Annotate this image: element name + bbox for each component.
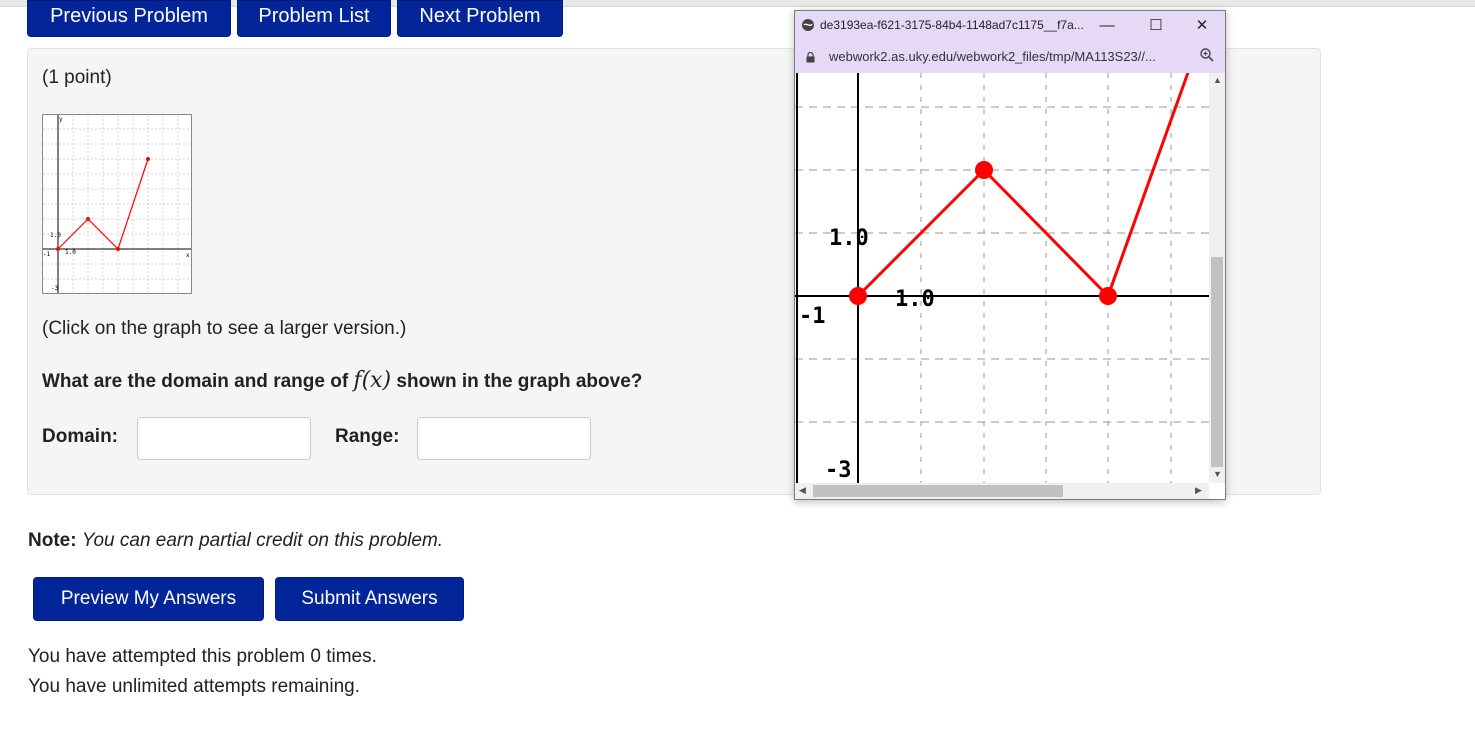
large-tick-x: 1.0: [895, 287, 935, 312]
large-tick-y: 1.0: [829, 226, 869, 251]
next-problem-button[interactable]: Next Problem: [397, 0, 563, 37]
globe-icon: [802, 19, 814, 31]
scroll-up-arrow-icon[interactable]: ▲: [1213, 75, 1222, 85]
minimize-button[interactable]: —: [1092, 15, 1122, 37]
thumb-x-axis-label: x: [186, 252, 190, 259]
problem-list-button[interactable]: Problem List: [237, 0, 391, 37]
graph-thumbnail[interactable]: y x 1.0 1.0 -1 -3: [42, 114, 192, 294]
popup-horizontal-scrollbar[interactable]: ◀ ▶: [795, 483, 1209, 499]
scroll-right-arrow-icon[interactable]: ▶: [1195, 485, 1202, 496]
thumb-point: [56, 247, 60, 251]
range-input[interactable]: [417, 417, 591, 460]
popup-addressbar: webwork2.as.uky.edu/webwork2_files/tmp/M…: [795, 41, 1225, 74]
thumb-tick-y: 1.0: [50, 232, 61, 239]
large-graph-viewport: 1.0 1.0 -1 -3: [795, 73, 1209, 483]
partial-credit-note: Note: You can earn partial credit on thi…: [28, 530, 443, 552]
popup-vertical-scrollbar[interactable]: ▲ ▼: [1209, 73, 1225, 483]
scroll-left-arrow-icon[interactable]: ◀: [799, 485, 806, 496]
click-graph-note: (Click on the graph to see a larger vers…: [42, 318, 407, 339]
popup-title: de3193ea-f621-3175-84b4-1148ad7c1175__f7…: [820, 18, 1084, 32]
thumb-xmin-label: -1: [43, 251, 51, 258]
large-point: [975, 161, 993, 179]
question-suffix: shown in the graph above?: [391, 371, 643, 392]
attempts-count: You have attempted this problem 0 times.: [28, 646, 377, 667]
thumb-y-axis-label: y: [59, 116, 63, 123]
large-point: [849, 287, 867, 305]
thumb-point: [86, 217, 90, 221]
large-function-line: [856, 73, 1190, 299]
submit-answers-button[interactable]: Submit Answers: [275, 577, 464, 621]
thumb-point: [146, 157, 150, 161]
graph-popup-window[interactable]: de3193ea-f621-3175-84b4-1148ad7c1175__f7…: [794, 10, 1226, 500]
lock-icon: [806, 52, 815, 63]
previous-problem-button[interactable]: Previous Problem: [27, 0, 231, 37]
thumbnail-graph-svg: y x 1.0 1.0 -1 -3: [43, 115, 191, 293]
horizontal-scroll-thumb[interactable]: [813, 485, 1063, 497]
thumb-tick-x: 1.0: [65, 249, 76, 256]
range-label: Range:: [335, 426, 400, 447]
function-notation: f(x): [353, 368, 392, 393]
note-label: Note:: [28, 530, 77, 551]
maximize-button[interactable]: ☐: [1141, 15, 1171, 37]
close-button[interactable]: ✕: [1187, 15, 1217, 37]
question-prefix: What are the domain and range of: [42, 371, 354, 392]
scroll-down-arrow-icon[interactable]: ▼: [1213, 469, 1222, 479]
thumb-point: [116, 247, 120, 251]
domain-input[interactable]: [137, 417, 311, 460]
thumb-ymin-label: -3: [51, 285, 59, 292]
large-point: [1099, 287, 1117, 305]
preview-answers-button[interactable]: Preview My Answers: [33, 577, 264, 621]
large-graph-svg: 1.0 1.0 -1 -3: [795, 73, 1209, 483]
note-text: You can earn partial credit on this prob…: [81, 530, 444, 551]
popup-titlebar[interactable]: de3193ea-f621-3175-84b4-1148ad7c1175__f7…: [795, 11, 1225, 41]
question-text: What are the domain and range of f(x) sh…: [42, 368, 642, 393]
large-xmin-label: -1: [799, 304, 826, 329]
attempts-remaining: You have unlimited attempts remaining.: [28, 676, 360, 697]
large-ymin-label: -3: [825, 458, 852, 483]
domain-label: Domain:: [42, 426, 118, 447]
zoom-icon[interactable]: [1199, 47, 1215, 63]
vertical-scroll-thumb[interactable]: [1211, 257, 1223, 467]
popup-url[interactable]: webwork2.as.uky.edu/webwork2_files/tmp/M…: [829, 49, 1156, 64]
points-label: (1 point): [42, 67, 112, 88]
